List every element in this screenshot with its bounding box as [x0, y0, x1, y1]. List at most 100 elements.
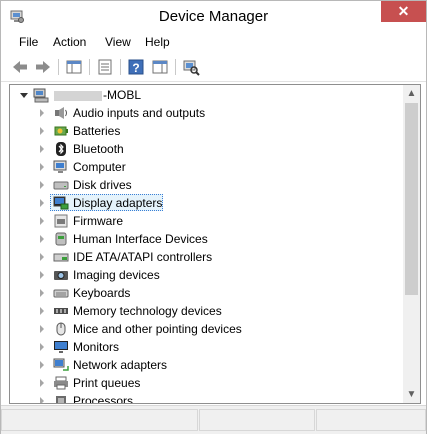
computer-icon — [33, 88, 49, 103]
mouse-icon — [56, 322, 66, 336]
tree-category-label: Display adapters — [73, 196, 163, 210]
status-pane-3 — [316, 409, 426, 431]
toolbar-separator — [175, 59, 176, 75]
tree-category-label: Firmware — [73, 214, 123, 228]
tree-category-row[interactable]: Imaging devices — [10, 266, 405, 284]
tree-category-label: IDE ATA/ATAPI controllers — [73, 250, 213, 264]
tree-category-row[interactable]: Print queues — [10, 374, 405, 392]
expand-arrow-icon[interactable] — [40, 235, 44, 243]
device-tree[interactable]: -MOBL Audio inputs and outputs Batteries B… — [9, 84, 421, 404]
computer-name-redacted: -MOBL — [54, 88, 141, 102]
collapse-arrow-icon[interactable] — [20, 93, 28, 98]
help-icon[interactable]: ? — [127, 58, 145, 76]
forward-icon[interactable] — [34, 58, 52, 76]
menu-view[interactable]: View — [103, 35, 133, 49]
tree-category-row[interactable]: Disk drives — [10, 176, 405, 194]
expand-arrow-icon[interactable] — [40, 109, 44, 117]
processor-icon — [56, 396, 66, 403]
window-title: Device Manager — [158, 8, 269, 25]
tree-category-label: Disk drives — [73, 178, 132, 192]
redaction-block — [54, 90, 102, 101]
firmware-icon — [54, 214, 68, 228]
expand-arrow-icon[interactable] — [40, 289, 44, 297]
status-pane-2 — [199, 409, 315, 431]
expand-arrow-icon[interactable] — [40, 163, 44, 171]
tree-category-row[interactable]: Audio inputs and outputs — [10, 104, 405, 122]
device-manager-window: Device Manager ✕ File Action View Help ?… — [0, 0, 427, 434]
tree-category-row[interactable]: Network adapters — [10, 356, 405, 374]
tree-category-label: Human Interface Devices — [73, 232, 208, 246]
tree-category-label: Network adapters — [73, 358, 168, 372]
expand-arrow-icon[interactable] — [40, 181, 44, 189]
tree-category-label: Imaging devices — [73, 268, 160, 282]
title-bar[interactable]: Device Manager ✕ — [1, 1, 426, 32]
tree-category-row[interactable]: Display adapters — [10, 194, 405, 212]
expand-arrow-icon[interactable] — [40, 325, 44, 333]
network-adapter-icon — [53, 358, 69, 371]
menu-bar: File Action View Help — [1, 32, 426, 54]
expand-arrow-icon[interactable] — [40, 145, 44, 153]
tree-category-row[interactable]: Firmware — [10, 212, 405, 230]
tree-category-label: Monitors — [73, 340, 120, 354]
tree-category-row[interactable]: Memory technology devices — [10, 302, 405, 320]
tree-category-label: Audio inputs and outputs — [73, 106, 206, 120]
expand-arrow-icon[interactable] — [40, 361, 44, 369]
tree-root-row[interactable]: -MOBL — [10, 86, 405, 104]
tree-category-label: Mice and other pointing devices — [73, 322, 242, 336]
tree-category-label: Memory technology devices — [73, 304, 222, 318]
scroll-up-arrow-icon[interactable]: ▲ — [403, 85, 420, 102]
tree-category-row[interactable]: Human Interface Devices — [10, 230, 405, 248]
monitor-icon — [54, 341, 68, 353]
tree-category-row[interactable]: Processors — [10, 392, 405, 404]
disk-drive-icon — [53, 181, 69, 190]
menu-help[interactable]: Help — [143, 35, 172, 49]
ide-controller-icon — [53, 253, 69, 262]
close-button[interactable]: ✕ — [381, 1, 426, 22]
root-label: -MOBL — [103, 88, 142, 102]
scan-hardware-icon[interactable] — [182, 58, 200, 76]
expand-arrow-icon[interactable] — [40, 397, 44, 403]
toolbar: ? — [1, 54, 426, 82]
memory-icon — [54, 308, 68, 314]
hid-icon — [55, 232, 67, 246]
vertical-scrollbar[interactable]: ▲ ▼ — [403, 85, 420, 403]
expand-arrow-icon[interactable] — [40, 127, 44, 135]
svg-text:?: ? — [132, 61, 139, 75]
tree-category-label: Print queues — [73, 376, 141, 390]
battery-icon — [54, 126, 68, 136]
tree-category-row[interactable]: Computer — [10, 158, 405, 176]
scroll-down-arrow-icon[interactable]: ▼ — [403, 386, 420, 403]
show-hide-console-tree-icon[interactable] — [65, 58, 83, 76]
tree-category-row[interactable]: Bluetooth — [10, 140, 405, 158]
tree-category-row[interactable]: Monitors — [10, 338, 405, 356]
show-action-pane-icon[interactable] — [151, 58, 169, 76]
expand-arrow-icon[interactable] — [40, 217, 44, 225]
expand-arrow-icon[interactable] — [40, 253, 44, 261]
properties-icon[interactable] — [96, 58, 114, 76]
menu-file[interactable]: File — [17, 35, 40, 49]
computer-icon — [53, 160, 67, 173]
expand-arrow-icon[interactable] — [40, 199, 44, 207]
expand-arrow-icon[interactable] — [40, 379, 44, 387]
expand-arrow-icon[interactable] — [40, 271, 44, 279]
tree-category-label: Processors — [73, 394, 134, 404]
camera-icon — [54, 271, 68, 280]
toolbar-separator — [120, 59, 121, 75]
tree-category-row[interactable]: Keyboards — [10, 284, 405, 302]
tree-category-row[interactable]: IDE ATA/ATAPI controllers — [10, 248, 405, 266]
menu-action[interactable]: Action — [51, 35, 88, 49]
expand-arrow-icon[interactable] — [40, 343, 44, 351]
tree-category-row[interactable]: Batteries — [10, 122, 405, 140]
tree-category-label: Computer — [73, 160, 126, 174]
status-pane-main — [1, 409, 198, 431]
tree-category-label: Batteries — [73, 124, 121, 138]
scrollbar-thumb[interactable] — [405, 103, 418, 295]
status-bar — [1, 405, 426, 434]
toolbar-separator — [89, 59, 90, 75]
bluetooth-icon — [56, 142, 66, 156]
back-icon[interactable] — [11, 58, 29, 76]
tree-category-label: Bluetooth — [73, 142, 124, 156]
expand-arrow-icon[interactable] — [40, 307, 44, 315]
keyboard-icon — [53, 289, 69, 298]
tree-category-row[interactable]: Mice and other pointing devices — [10, 320, 405, 338]
